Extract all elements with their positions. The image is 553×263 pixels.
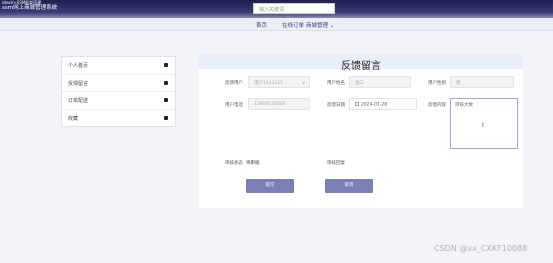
sidebar-item-home[interactable]: 个人首页 [62,57,175,75]
user-gender-label: 用户性别 [428,81,446,86]
sidebar-item-favorites[interactable]: 收藏 [62,110,175,128]
bag-icon [164,80,168,85]
main-nav: 首页 在线订单 商城管理 ⌄ [0,18,553,31]
cancel-button[interactable]: 取消 [325,179,373,193]
feedback-date-picker[interactable]: 2024-01-28 [349,98,417,110]
feedback-content-textarea[interactable]: 审核大致 I [450,98,518,149]
nav-orders[interactable]: 在线订单 [282,21,304,29]
calendar-icon [355,102,359,106]
sidebar-item-label: 订单配送 [68,98,89,104]
feedback-date-label: 反馈日期 [327,103,345,108]
user-name-field[interactable]: 张三 [349,76,411,88]
bag-icon [164,63,168,67]
feedback-date-value: 2024-01-28 [361,102,388,108]
feedback-user-value: 用户1111111 [254,81,284,86]
feedback-content-label: 反馈内容 [428,103,446,108]
feedback-user-label: 反馈用户 [225,81,243,86]
review-status-label: 审核状态 [225,161,243,166]
sidebar-item-label: 收藏 [68,115,79,122]
nav-home[interactable]: 首页 [256,21,267,29]
brand: ideaV+SSM框架搭建 ssm网上商城管理系统 [2,1,57,12]
user-phone-field[interactable]: 13800138000 [248,98,310,110]
user-name-label: 用户姓名 [327,81,345,86]
bag-icon [164,98,168,102]
sidebar: 个人首页 反馈留言 订单配送 收藏 [61,56,176,127]
nav-mall-manage[interactable]: 商城管理 ⌄ [306,21,334,29]
sidebar-item-feedback[interactable]: 反馈留言 [62,75,175,92]
review-status-value: 待审核 [246,161,260,166]
user-gender-value: 男 [456,81,461,86]
submit-button[interactable]: 提交 [246,179,294,193]
top-header: ideaV+SSM框架搭建 ssm网上商城管理系统 输入关键词 [0,0,553,18]
user-phone-value: 13800138000 [254,102,286,107]
panel-header: 反馈留言 [199,54,523,72]
feedback-panel: 反馈留言 反馈用户 用户1111111 ∨ 用户姓名 张三 用户性别 男 用户电… [199,54,523,208]
feedback-content-value: 审核大致 [455,103,473,108]
text-cursor-icon: I [482,122,484,129]
feedback-user-select[interactable]: 用户1111111 ∨ [248,76,310,88]
search-input[interactable]: 输入关键词 [253,3,335,14]
brand-title: ssm网上商城管理系统 [2,5,58,11]
search-placeholder: 输入关键词 [259,7,285,13]
sidebar-item-label: 反馈留言 [68,80,89,87]
user-gender-field[interactable]: 男 [450,76,514,88]
sidebar-item-label: 个人首页 [68,63,89,69]
watermark: CSDN @vx_CXKF10088 [434,244,528,253]
chevron-down-icon: ∨ [302,80,305,85]
user-phone-label: 用户电话 [225,103,243,108]
sidebar-item-delivery[interactable]: 订单配送 [62,92,175,110]
review-reply-label: 审核回复 [327,161,345,166]
page-title: 反馈留言 [341,61,381,72]
user-name-value: 张三 [355,81,364,86]
bag-icon [164,115,168,120]
